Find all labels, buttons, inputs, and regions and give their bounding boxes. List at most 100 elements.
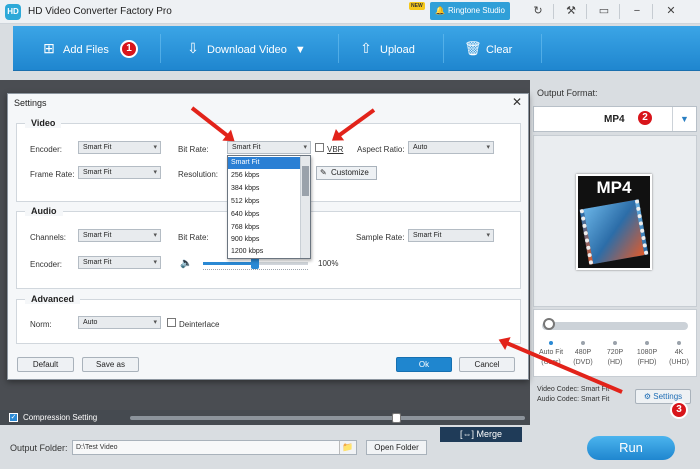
compression-label: Compression Setting — [23, 413, 98, 422]
bitrate-option[interactable]: 1200 kbps — [228, 246, 301, 258]
compression-bar: ✓ Compression Setting — [0, 410, 530, 425]
download-icon: ⇩ — [187, 40, 199, 56]
refresh-icon[interactable]: ↻ — [525, 3, 551, 20]
app-title: HD Video Converter Factory Pro — [28, 6, 172, 17]
res-option-720p[interactable]: 720P (HD) — [600, 348, 630, 368]
res-option-4k[interactable]: 4K (UHD) — [664, 348, 694, 368]
resolution-label: Resolution: — [178, 170, 219, 179]
add-file-icon: ⊞ — [43, 40, 55, 56]
ok-button[interactable]: Ok — [396, 357, 452, 372]
close-icon[interactable]: ✕ — [658, 3, 684, 20]
film-strip-image — [579, 199, 649, 265]
norm-select[interactable]: Auto — [78, 316, 161, 329]
sample-rate-select[interactable]: Smart Fit — [408, 229, 494, 242]
advanced-group-title: Advanced — [25, 294, 81, 304]
bitrate-option[interactable]: 900 kbps — [228, 234, 301, 246]
bitrate-dropdown-list: Smart Fit 256 kbps 384 kbps 512 kbps 640… — [227, 155, 311, 259]
scrollbar-thumb[interactable] — [302, 166, 309, 196]
save-as-button[interactable]: Save as — [82, 357, 139, 372]
video-group-title: Video — [25, 118, 62, 128]
frame-rate-label: Frame Rate: — [30, 170, 75, 179]
deinterlace-label: Deinterlace — [179, 320, 220, 329]
bitrate-option[interactable]: 512 kbps — [228, 196, 301, 208]
res-dot — [549, 341, 553, 345]
res-dot — [645, 341, 649, 345]
output-format-label: Output Format: — [537, 88, 598, 98]
clear-button[interactable]: 🗑 Clear — [464, 26, 512, 71]
chevron-down-icon[interactable]: ▼ — [672, 107, 696, 131]
separator — [443, 34, 444, 63]
audio-encoder-select[interactable]: Smart Fit — [78, 256, 161, 269]
annotation-badge-3: 3 — [670, 401, 688, 419]
volume-icon: 🔈 — [180, 258, 193, 269]
bitrate-option[interactable]: 256 kbps — [228, 170, 301, 182]
minimize-icon[interactable]: − — [624, 3, 650, 20]
bitrate-option[interactable]: 384 kbps — [228, 183, 301, 195]
separator — [652, 4, 653, 19]
output-folder-input[interactable]: D:\Test Video — [72, 440, 357, 455]
sample-rate-label: Sample Rate: — [356, 233, 405, 242]
new-badge: NEW — [409, 2, 425, 10]
bitrate-option[interactable]: 768 kbps — [228, 222, 301, 234]
resolution-slider-handle[interactable] — [543, 318, 555, 330]
merge-button[interactable]: [⇔] Merge — [440, 427, 522, 442]
folder-icon[interactable]: 📁 — [339, 441, 356, 454]
audio-group-title: Audio — [25, 206, 63, 216]
add-files-button[interactable]: ⊞ Add Files — [41, 26, 109, 71]
upload-button[interactable]: ⇧ Upload — [358, 26, 415, 71]
trash-icon: 🗑 — [464, 40, 482, 56]
audio-codec-info: Audio Codec: Smart Fit — [537, 396, 610, 403]
res-option-480p[interactable]: 480P (DVD) — [568, 348, 598, 368]
vbr-checkbox[interactable] — [315, 143, 324, 152]
annotation-badge-1: 1 — [120, 40, 138, 58]
gear-icon: ⚙ — [643, 392, 654, 401]
bitrate-option[interactable]: 640 kbps — [228, 209, 301, 221]
aspect-ratio-label: Aspect Ratio: — [357, 145, 405, 154]
separator — [553, 4, 554, 19]
default-button[interactable]: Default — [17, 357, 74, 372]
close-icon[interactable]: ✕ — [512, 95, 522, 109]
video-encoder-label: Encoder: — [30, 145, 63, 154]
pencil-icon: ✎ — [320, 168, 327, 177]
separator — [586, 4, 587, 19]
compression-checkbox[interactable]: ✓ — [9, 413, 18, 422]
output-format-value: MP4 — [604, 114, 625, 125]
resolution-slider[interactable] — [542, 322, 688, 330]
video-codec-info: Video Codec: Smart Fit — [537, 386, 610, 393]
separator — [160, 34, 161, 63]
separator — [619, 4, 620, 19]
tools-icon[interactable]: ⚒ — [558, 3, 584, 20]
merge-icon: [⇔] — [459, 429, 477, 439]
aspect-ratio-select[interactable]: Auto — [408, 141, 494, 154]
volume-value: 100% — [318, 259, 339, 268]
run-button[interactable]: Run — [587, 436, 675, 460]
video-bitrate-select[interactable]: Smart Fit — [227, 141, 311, 154]
volume-fill — [203, 262, 255, 265]
channels-label: Channels: — [30, 233, 67, 242]
customize-button[interactable]: ✎ Customize — [316, 166, 377, 180]
res-option-1080p[interactable]: 1080P (FHD) — [632, 348, 662, 368]
frame-rate-select[interactable]: Smart Fit — [78, 166, 161, 179]
compression-slider[interactable] — [130, 416, 525, 420]
output-folder-label: Output Folder: — [10, 443, 68, 453]
app-logo: HD — [5, 4, 21, 20]
chevron-down-icon: ▼ — [294, 44, 306, 56]
cancel-button[interactable]: Cancel — [459, 357, 515, 372]
output-format-select[interactable]: MP4 ▼ — [533, 106, 697, 132]
bitrate-option[interactable]: Smart Fit — [228, 157, 301, 169]
norm-label: Norm: — [30, 320, 52, 329]
channels-select[interactable]: Smart Fit — [78, 229, 161, 242]
mp4-format-icon: MP4 — [576, 174, 652, 270]
separator — [541, 34, 542, 63]
deinterlace-checkbox[interactable] — [167, 318, 176, 327]
open-folder-button[interactable]: Open Folder — [366, 440, 427, 455]
dropdown-scrollbar[interactable] — [300, 156, 310, 258]
annotation-badge-2: 2 — [636, 109, 654, 127]
download-video-button[interactable]: ⇩ Download Video ▼ — [185, 26, 306, 71]
ringtone-studio-button[interactable]: 🔔 Ringtone Studio — [430, 2, 510, 20]
compression-slider-handle[interactable] — [392, 413, 401, 423]
video-encoder-select[interactable]: Smart Fit — [78, 141, 161, 154]
chat-icon[interactable]: ▭ — [591, 3, 617, 20]
format-preview: MP4 — [533, 135, 697, 307]
title-bar: HD HD Video Converter Factory Pro NEW 🔔 R… — [0, 0, 700, 24]
